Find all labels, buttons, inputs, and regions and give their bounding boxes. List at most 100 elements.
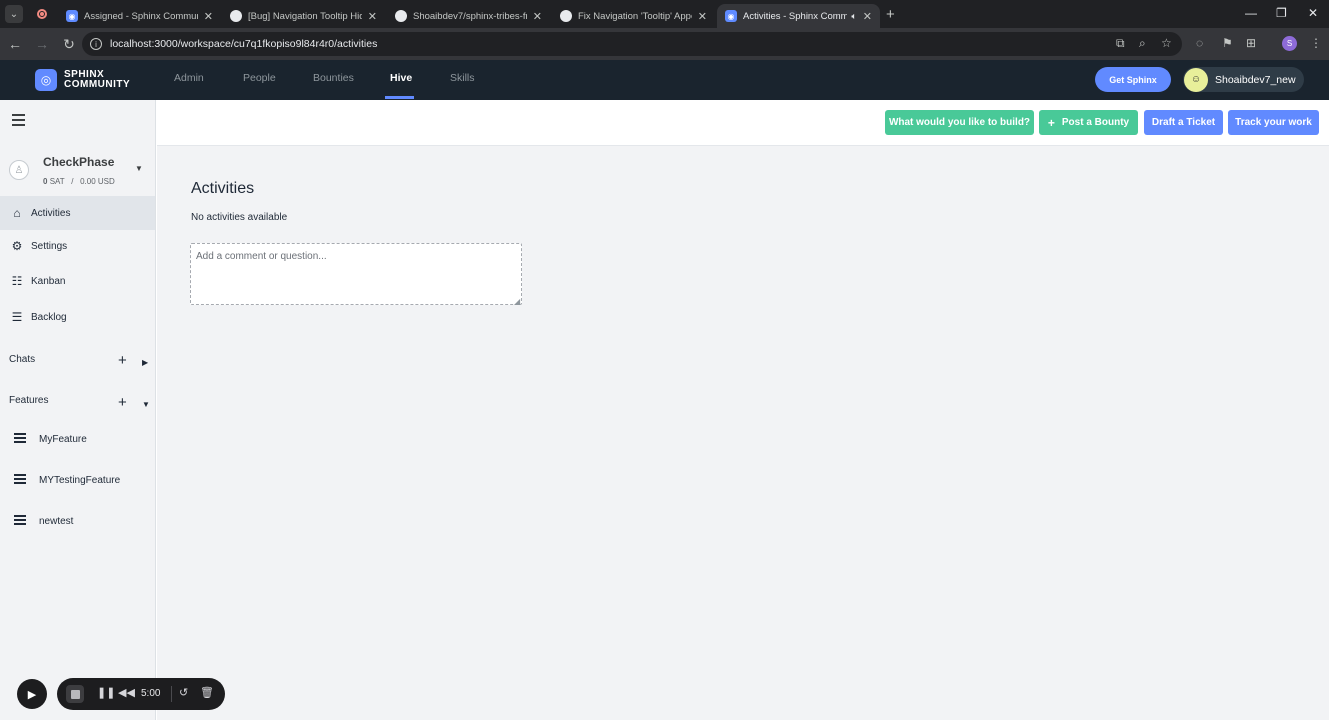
install-app-icon[interactable]: ⧉	[1116, 36, 1125, 51]
sidebar-item-label: Settings	[31, 240, 68, 252]
feature-item[interactable]: newtest	[14, 515, 73, 527]
user-menu[interactable]: ☺ Shoaibdev7_new	[1183, 67, 1304, 92]
zoom-icon[interactable]: ⌕	[1139, 36, 1146, 51]
url-text: localhost:3000/workspace/cu7q1fkopiso9l8…	[110, 38, 378, 50]
usd-value: 0.00 USD	[80, 177, 115, 186]
backlog-icon: ☰	[11, 310, 23, 324]
balance-separator: /	[71, 177, 74, 186]
browser-tab-active[interactable]: ◉ Activities - Sphinx Commun 🔈︎ ✕	[717, 4, 880, 28]
nav-bounties[interactable]: Bounties	[313, 72, 354, 84]
add-chat-plus-icon[interactable]: +	[118, 352, 127, 369]
bookmark-star-icon[interactable]: ☆	[1161, 36, 1172, 50]
browser-tab-title: Fix Navigation 'Tooltip' Appear	[578, 10, 692, 22]
extension-badge-icon[interactable]: ⚑	[1222, 36, 1233, 50]
gear-icon: ⚙	[11, 239, 23, 253]
recording-indicator-icon[interactable]	[28, 0, 56, 28]
stop-recording-button[interactable]	[66, 685, 84, 703]
logo-text-line2: COMMUNITY	[64, 79, 131, 90]
minimize-icon[interactable]: —	[1245, 6, 1257, 20]
comment-input[interactable]	[190, 243, 522, 305]
forward-icon[interactable]: →	[30, 32, 54, 56]
drag-handle-icon[interactable]	[14, 474, 26, 486]
sidebar-item-activities[interactable]: ⌂ Activities	[0, 196, 155, 230]
menu-hamburger-icon[interactable]	[12, 114, 25, 129]
close-icon[interactable]: ✕	[204, 10, 213, 23]
drag-handle-icon[interactable]	[14, 515, 26, 527]
workspace-balance: 0 SAT / 0.00 USD	[43, 177, 115, 186]
get-sphinx-button[interactable]: Get Sphinx	[1095, 67, 1171, 92]
reload-icon[interactable]: ↻	[57, 32, 81, 56]
sidebar-item-backlog[interactable]: ☰ Backlog	[0, 300, 155, 334]
trash-icon[interactable]: 🗑︎	[200, 686, 214, 699]
tab-search-button[interactable]: ⌄	[0, 0, 28, 28]
sphinx-favicon-icon: ◉	[725, 10, 737, 22]
site-info-icon[interactable]: i	[90, 38, 102, 50]
browser-tab-title: Assigned - Sphinx Community	[84, 10, 198, 22]
workspace-name[interactable]: CheckPhase	[43, 155, 114, 169]
chats-section-title: Chats	[9, 354, 36, 365]
sidebar-item-kanban[interactable]: ☷ Kanban	[0, 264, 155, 298]
draft-ticket-button[interactable]: Draft a Ticket	[1144, 110, 1223, 135]
sidebar-item-label: Kanban	[31, 275, 66, 287]
sat-amount: 0	[43, 177, 48, 186]
profile-avatar[interactable]: S	[1282, 36, 1297, 51]
feature-label: newtest	[39, 515, 74, 527]
nav-people[interactable]: People	[243, 72, 276, 84]
nav-hive[interactable]: Hive	[390, 72, 412, 84]
track-work-button[interactable]: Track your work	[1228, 110, 1319, 135]
close-icon[interactable]: ✕	[533, 10, 542, 23]
more-options-icon[interactable]: ⋮	[1310, 36, 1322, 50]
pause-icon[interactable]: ❚❚	[97, 686, 115, 699]
stop-icon	[70, 689, 80, 699]
github-favicon-icon	[230, 10, 242, 22]
close-icon[interactable]: ✕	[863, 10, 872, 23]
chevron-down-icon: ⌄	[5, 5, 23, 23]
speaker-icon[interactable]: 🔈︎	[851, 11, 856, 22]
rewind-icon[interactable]: ◀◀	[118, 686, 135, 699]
github-favicon-icon	[395, 10, 407, 22]
resize-handle-icon[interactable]: ◢	[514, 297, 520, 306]
extensions-puzzle-icon[interactable]: ⊞	[1246, 36, 1256, 50]
camera-toggle-button[interactable]: ▶︎	[17, 679, 47, 709]
close-icon[interactable]: ✕	[368, 10, 377, 23]
browser-tab[interactable]: Fix Navigation 'Tooltip' Appear ✕	[552, 4, 715, 28]
close-icon[interactable]: ✕	[698, 10, 707, 23]
nav-skills[interactable]: Skills	[450, 72, 475, 84]
browser-tab[interactable]: ◉ Assigned - Sphinx Community ✕	[58, 4, 221, 28]
restore-icon[interactable]: ❐	[1276, 6, 1287, 20]
add-feature-plus-icon[interactable]: +	[118, 394, 127, 411]
drag-handle-icon[interactable]	[14, 433, 26, 445]
chats-expand-icon[interactable]: ▶	[142, 358, 148, 367]
github-favicon-icon	[560, 10, 572, 22]
features-section-title: Features	[9, 395, 49, 406]
browser-tab[interactable]: [Bug] Navigation Tooltip Hidden ✕	[222, 4, 385, 28]
username: Shoaibdev7_new	[1215, 73, 1296, 86]
workspace-dropdown-icon[interactable]: ▼	[135, 164, 143, 173]
browser-tab[interactable]: Shoaibdev7/sphinx-tribes-front ✕	[387, 4, 550, 28]
feature-label: MyFeature	[39, 433, 87, 445]
page-title: Activities	[191, 180, 255, 197]
sidebar: ♙ CheckPhase 0 SAT / 0.00 USD ▼ ⌂ Activi…	[0, 100, 156, 720]
post-bounty-button[interactable]: + Post a Bounty	[1039, 110, 1138, 135]
nav-admin[interactable]: Admin	[174, 72, 204, 84]
workspace-avatar: ♙	[9, 160, 29, 180]
plus-icon: +	[1047, 115, 1055, 130]
sidebar-item-settings[interactable]: ⚙ Settings	[0, 229, 155, 263]
features-collapse-icon[interactable]: ▼	[142, 400, 150, 409]
sphinx-logo[interactable]: ◎ SPHINX COMMUNITY	[35, 69, 130, 91]
extension-icon[interactable]: ◌	[1196, 36, 1203, 50]
main-content	[157, 146, 1329, 720]
recorder-toolbar: ❚❚ ◀◀ 5:00 ↺ 🗑︎	[57, 678, 225, 710]
new-tab-button[interactable]: +	[886, 6, 895, 23]
window-close-icon[interactable]: ✕	[1308, 6, 1318, 20]
address-bar[interactable]: i localhost:3000/workspace/cu7q1fkopiso9…	[82, 32, 1182, 56]
sat-unit: SAT	[49, 177, 65, 186]
back-icon[interactable]: ←	[3, 32, 27, 56]
restart-icon[interactable]: ↺	[179, 686, 188, 699]
sidebar-item-label: Backlog	[31, 311, 67, 323]
avatar: ☺	[1184, 67, 1208, 92]
build-prompt-button[interactable]: What would you like to build?	[885, 110, 1034, 135]
home-icon: ⌂	[13, 206, 21, 220]
feature-item[interactable]: MyFeature	[14, 433, 87, 445]
feature-item[interactable]: MYTestingFeature	[14, 474, 120, 486]
